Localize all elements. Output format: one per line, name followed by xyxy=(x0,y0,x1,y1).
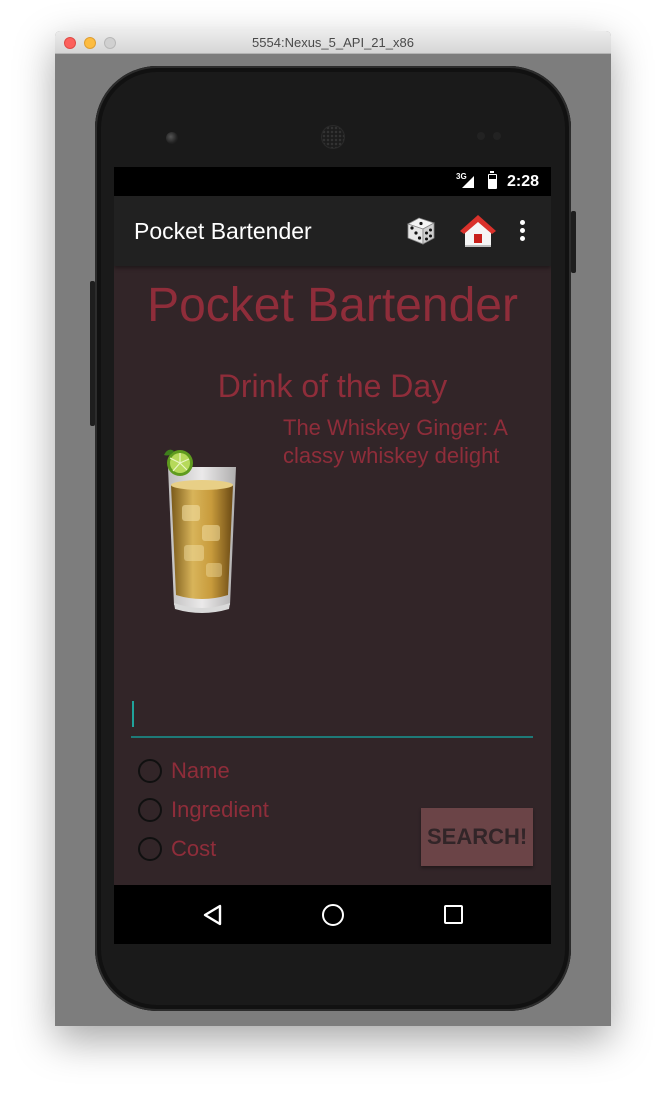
back-icon[interactable] xyxy=(201,903,225,927)
radio-label: Name xyxy=(171,758,230,783)
earpiece-speaker xyxy=(322,126,344,148)
overflow-menu-icon[interactable] xyxy=(512,218,532,244)
app-bar: Pocket Bartender xyxy=(114,196,551,266)
signal-icon xyxy=(462,176,474,188)
search-button[interactable]: SEARCH! xyxy=(421,808,533,866)
radio-label: Ingredient xyxy=(171,797,269,822)
window-title: 5554:Nexus_5_API_21_x86 xyxy=(252,35,414,50)
battery-icon xyxy=(488,171,497,189)
light-sensor xyxy=(493,132,501,140)
status-time: 2:28 xyxy=(507,173,540,190)
text-cursor xyxy=(132,701,134,727)
home-icon[interactable] xyxy=(459,212,497,250)
window-titlebar: 5554:Nexus_5_API_21_x86 xyxy=(55,31,611,54)
search-field[interactable] xyxy=(131,692,533,738)
search-input[interactable] xyxy=(131,692,533,736)
page-title: Pocket Bartender xyxy=(147,279,518,332)
phone-frame: 3G 2:28 Pocket Bartender Pocket Bartende… xyxy=(90,66,576,1011)
drink-description: The Whiskey Ginger: A classy whiskey del… xyxy=(283,415,507,468)
emulator-window: 5554:Nexus_5_API_21_x86 3G 2:28 Pocket B… xyxy=(55,31,611,1026)
radio-button[interactable] xyxy=(138,837,162,861)
device-screen: 3G 2:28 Pocket Bartender Pocket Bartende… xyxy=(114,167,551,944)
navigation-bar xyxy=(114,885,551,944)
home-nav-icon[interactable] xyxy=(322,904,344,926)
recents-icon[interactable] xyxy=(444,905,463,924)
radio-label: Cost xyxy=(171,836,217,861)
drink-image xyxy=(164,449,236,613)
front-camera xyxy=(166,132,178,144)
dice-icon[interactable] xyxy=(404,213,438,247)
status-bar: 3G 2:28 xyxy=(114,167,551,196)
power-button[interactable] xyxy=(571,211,576,273)
app-title: Pocket Bartender xyxy=(134,218,312,244)
drink-of-day-title: Drink of the Day xyxy=(217,368,448,404)
radio-button[interactable] xyxy=(138,798,162,822)
volume-button[interactable] xyxy=(90,281,95,426)
proximity-sensor xyxy=(477,132,485,140)
radio-button[interactable] xyxy=(138,759,162,783)
